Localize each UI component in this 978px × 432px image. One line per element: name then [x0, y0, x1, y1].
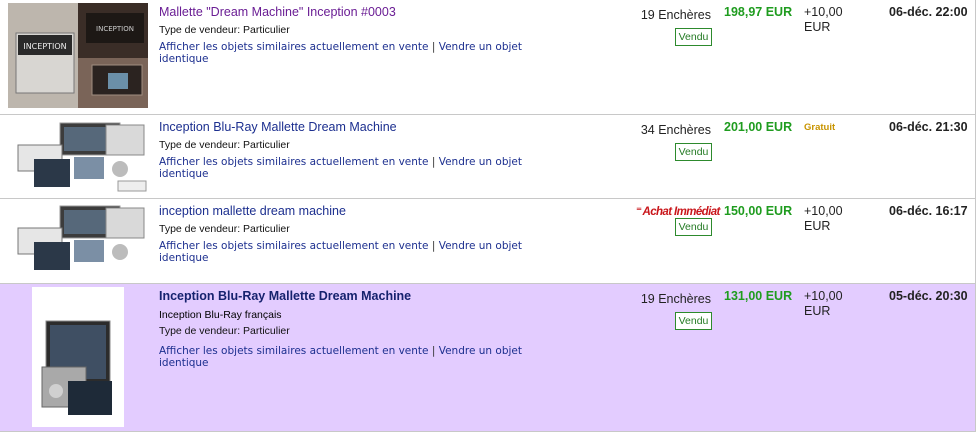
thumbnail-logo-text: INCEPTION	[23, 42, 66, 51]
listing-row-featured: Inception Blu-Ray Mallette Dream Machine…	[0, 284, 976, 432]
similar-items-link[interactable]: Afficher les objets similaires actuellem…	[159, 240, 429, 252]
listing-actions: Afficher les objets similaires actuellem…	[159, 156, 559, 180]
buy-it-now-icon: ⁼	[636, 206, 642, 218]
sold-badge: Vendu	[675, 312, 712, 330]
shipping-cost: +10,00 EUR	[804, 5, 843, 34]
seller-type: Type de vendeur: Particulier	[159, 139, 290, 151]
link-separator: |	[431, 156, 439, 168]
listing-row: Inception Blu-Ray Mallette Dream Machine…	[0, 115, 976, 199]
bid-count: 19 Enchères	[640, 8, 711, 22]
price: 131,00 EUR	[724, 289, 793, 303]
seller-type: Type de vendeur: Particulier	[159, 325, 290, 337]
listing-row: inception mallette dream machine Type de…	[0, 199, 976, 284]
end-date: 06-déc. 16:17	[889, 204, 968, 218]
listing-row: INCEPTION INCEPTION Mallette "Dream Mach…	[0, 0, 976, 115]
listing-title-link[interactable]: Inception Blu-Ray Mallette Dream Machine	[159, 120, 397, 134]
seller-type: Type de vendeur: Particulier	[159, 223, 290, 235]
price: 201,00 EUR	[724, 120, 793, 134]
listing-thumbnail[interactable]	[32, 287, 124, 427]
search-results-list: INCEPTION INCEPTION Mallette "Dream Mach…	[0, 0, 978, 432]
listing-thumbnail[interactable]: INCEPTION INCEPTION	[8, 3, 148, 108]
listing-actions: Afficher les objets similaires actuellem…	[159, 240, 559, 264]
end-date: 05-déc. 20:30	[889, 289, 968, 303]
listing-subtitle: Inception Blu-Ray français	[159, 309, 282, 321]
shipping-cost: +10,00 EUR	[804, 289, 843, 318]
link-separator: |	[431, 41, 439, 53]
buy-it-now-label: Achat Immédiat	[642, 206, 720, 218]
bid-count: 34 Enchères	[640, 123, 711, 137]
listing-actions: Afficher les objets similaires actuellem…	[159, 345, 559, 369]
listing-thumbnail[interactable]	[8, 119, 148, 195]
price: 150,00 EUR	[724, 204, 793, 218]
similar-items-link[interactable]: Afficher les objets similaires actuellem…	[159, 156, 429, 168]
shipping-cost: +10,00 EUR	[804, 204, 843, 233]
sold-badge: Vendu	[675, 143, 712, 161]
end-date: 06-déc. 22:00	[889, 5, 968, 19]
link-separator: |	[431, 345, 439, 357]
buy-it-now-badge: ⁼Achat Immédiat	[636, 204, 720, 218]
svg-text:INCEPTION: INCEPTION	[96, 25, 134, 33]
listing-title-link[interactable]: Inception Blu-Ray Mallette Dream Machine	[159, 289, 411, 303]
similar-items-link[interactable]: Afficher les objets similaires actuellem…	[159, 41, 429, 53]
price: 198,97 EUR	[724, 5, 793, 19]
free-shipping-label: Gratuit	[804, 122, 836, 133]
link-separator: |	[431, 240, 439, 252]
bid-count: 19 Enchères	[640, 292, 711, 306]
listing-title-link[interactable]: inception mallette dream machine	[159, 204, 346, 218]
listing-actions: Afficher les objets similaires actuellem…	[159, 41, 559, 65]
listing-thumbnail[interactable]	[8, 202, 148, 278]
sold-badge: Vendu	[675, 28, 712, 46]
listing-title-link[interactable]: Mallette "Dream Machine" Inception #0003	[159, 5, 396, 19]
seller-type: Type de vendeur: Particulier	[159, 24, 290, 36]
similar-items-link[interactable]: Afficher les objets similaires actuellem…	[159, 345, 429, 357]
end-date: 06-déc. 21:30	[889, 120, 968, 134]
sold-badge: Vendu	[675, 218, 712, 236]
